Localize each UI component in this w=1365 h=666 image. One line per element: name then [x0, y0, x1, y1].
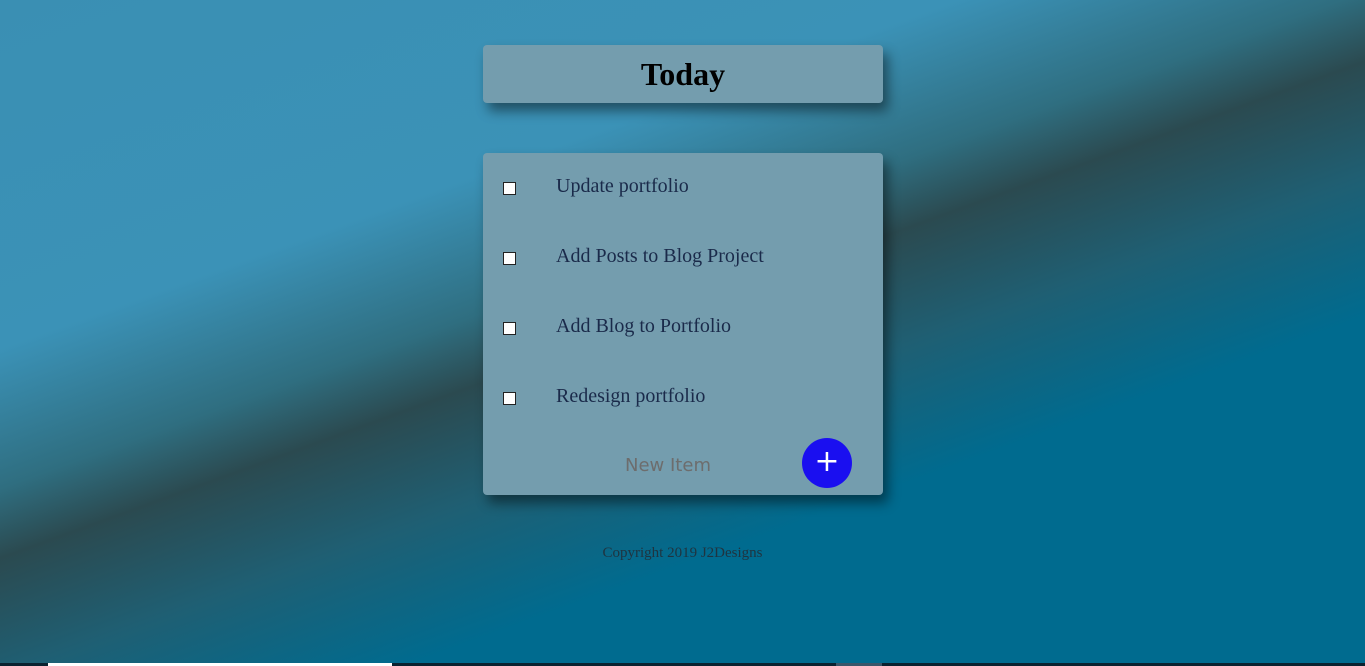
list-item: Add Blog to Portfolio: [483, 293, 883, 363]
plus-icon: +: [814, 444, 840, 479]
list-item: Add Posts to Blog Project: [483, 223, 883, 293]
item-label: Add Posts to Blog Project: [556, 245, 764, 267]
page-title: Today: [640, 55, 726, 92]
footer-copyright: Copyright 2019 J2Designs: [602, 545, 763, 561]
add-item-button[interactable]: +: [802, 438, 852, 488]
item-label: Update portfolio: [556, 175, 689, 197]
item-label: Redesign portfolio: [556, 385, 706, 407]
item-checkbox[interactable]: [503, 322, 516, 335]
list-item: Update portfolio: [483, 153, 883, 223]
new-item-input[interactable]: [563, 452, 773, 478]
item-checkbox[interactable]: [503, 252, 516, 265]
item-checkbox[interactable]: [503, 392, 516, 405]
item-checkbox[interactable]: [503, 182, 516, 195]
heading-card: Today: [483, 45, 883, 103]
item-label: Add Blog to Portfolio: [556, 315, 732, 337]
todo-list-card: Update portfolio Add Posts to Blog Proje…: [483, 153, 883, 495]
list-item: Redesign portfolio: [483, 363, 883, 433]
